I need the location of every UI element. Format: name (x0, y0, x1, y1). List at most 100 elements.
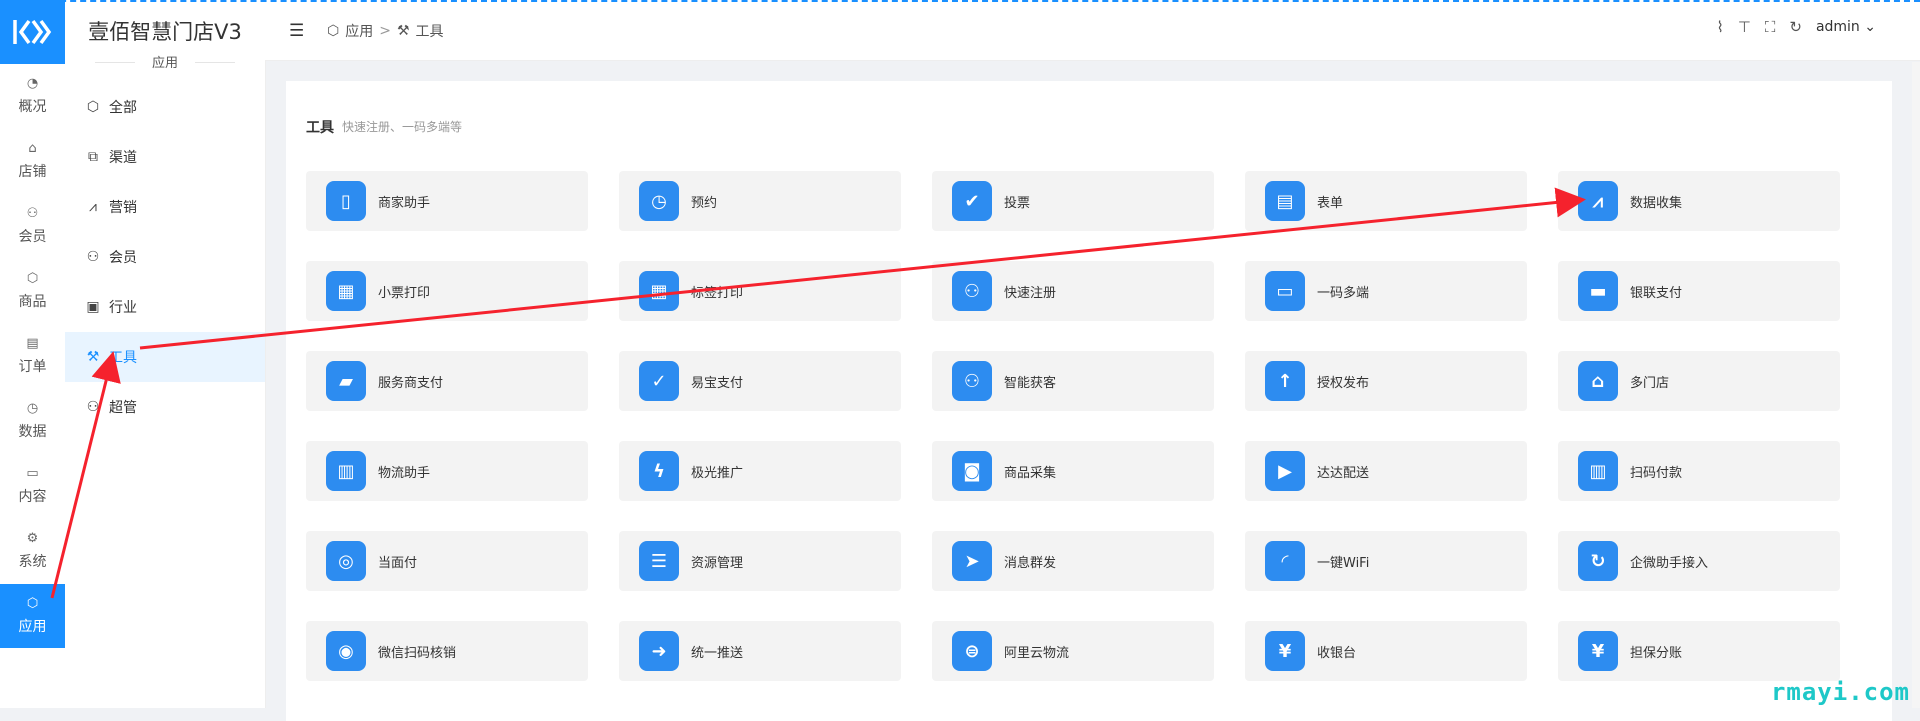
tool-tile[interactable]: ✔ 投票 (932, 171, 1214, 231)
cube-icon: ⬡ (327, 23, 340, 39)
tool-tile[interactable]: ▥ 扫码付款 (1558, 441, 1840, 501)
wechat-scan-icon: ◉ (326, 631, 366, 671)
tool-tile[interactable]: ✓ 易宝支付 (619, 351, 901, 411)
main-sidebar: ◔ 概况 ⌂ 店铺 ⚇ 会员 ⬡ 商品 ▤ 订单 ◷ 数据 ▭ 内容 ⚙ 系统 ⬡ 应用 (0, 0, 66, 708)
tool-label: 资源管理 (691, 555, 744, 571)
nav-item-8[interactable]: ⬡ 应用 (0, 584, 65, 648)
tool-tile[interactable]: ⊜ 阿里云物流 (932, 621, 1214, 681)
tool-tile[interactable]: ▶ 达达配送 (1245, 441, 1527, 501)
tool-tile[interactable]: ◎ 当面付 (306, 531, 588, 591)
tool-tile[interactable]: ▤ 表单 (1245, 171, 1527, 231)
tool-tile[interactable]: ➤ 消息群发 (932, 531, 1214, 591)
top-dashed-border (0, 0, 1920, 2)
watermark: rmayi.com (1770, 678, 1910, 706)
top-header: ☰ ⬡ 应用 > ⚒ 工具 ⌇ ⊤ ⛶ ↻ admin ⌄ (265, 0, 1920, 61)
tool-tile[interactable]: ▭ 一码多端 (1245, 261, 1527, 321)
pie-chart-icon: ◷ (26, 401, 39, 416)
tool-tile[interactable]: ▬ 银联支付 (1558, 261, 1840, 321)
tool-label: 阿里云物流 (1004, 645, 1070, 661)
divider (195, 62, 235, 63)
nav-item-1[interactable]: ⌂ 店铺 (0, 129, 65, 193)
fullscreen-icon[interactable]: ⛶ (1765, 18, 1776, 36)
upload-icon: ↑ (1265, 361, 1305, 401)
nfc-icon: ◎ (326, 541, 366, 581)
nav-item-label: 内容 (18, 489, 47, 505)
header-actions: ⌇ ⊤ ⛶ ↻ admin ⌄ (1716, 18, 1876, 36)
tool-tile[interactable]: ◜ 一键WiFi (1245, 531, 1527, 591)
tool-tile[interactable]: ▯ 商家助手 (306, 171, 588, 231)
nav-item-4[interactable]: ▤ 订单 (0, 324, 65, 388)
tool-tile[interactable]: ⌂ 多门店 (1558, 351, 1840, 411)
tool-label: 商家助手 (378, 195, 431, 211)
nav-item-2[interactable]: ⚇ 会员 (0, 194, 65, 258)
nav-item-3[interactable]: ⬡ 商品 (0, 259, 65, 323)
user-menu[interactable]: admin ⌄ (1816, 19, 1876, 35)
tool-tile[interactable]: ➜ 统一推送 (619, 621, 901, 681)
tool-tile[interactable]: ▦ 小票打印 (306, 261, 588, 321)
subnav-item-3[interactable]: ⚇ 会员 (65, 232, 265, 282)
tool-tile[interactable]: ◉ 微信扫码核销 (306, 621, 588, 681)
arrow-circle-icon: ➜ (639, 631, 679, 671)
subnav-item-2[interactable]: ⩘ 营销 (65, 182, 265, 232)
label-printer-icon: ▦ (639, 271, 679, 311)
broom-icon[interactable]: ⌇ (1716, 18, 1723, 36)
section-title: 工具 (306, 120, 334, 136)
tool-tile[interactable]: ◷ 预约 (619, 171, 901, 231)
tool-tile[interactable]: ⩘ 数据收集 (1558, 171, 1840, 231)
tool-tile[interactable]: ▥ 物流助手 (306, 441, 588, 501)
nav-item-5[interactable]: ◷ 数据 (0, 389, 65, 453)
subnav-item-0[interactable]: ⬡ 全部 (65, 82, 265, 132)
tool-label: 银联支付 (1630, 285, 1683, 301)
refresh-icon[interactable]: ↻ (1789, 18, 1802, 36)
form-icon: ▤ (1265, 181, 1305, 221)
scrollbar[interactable] (1912, 62, 1920, 708)
clock-icon: ◷ (639, 181, 679, 221)
truck-icon: ▶ (1265, 451, 1305, 491)
user-icon: ⚇ (86, 249, 100, 265)
cube-icon: ⬡ (26, 596, 39, 611)
tool-tile[interactable]: ⚇ 智能获客 (932, 351, 1214, 411)
split-pay-icon: ¥ (1578, 631, 1618, 671)
tool-tile[interactable]: ▦ 标签打印 (619, 261, 901, 321)
tool-label: 快速注册 (1004, 285, 1057, 301)
tool-label: 企微助手接入 (1630, 555, 1709, 571)
nav-item-label: 概况 (18, 99, 47, 115)
tool-tile[interactable]: ↻ 企微助手接入 (1558, 531, 1840, 591)
tool-tile[interactable]: ⚇ 快速注册 (932, 261, 1214, 321)
tool-label: 投票 (1004, 195, 1031, 211)
subnav-item-label: 营销 (109, 200, 137, 216)
devices-icon: ▭ (1265, 271, 1305, 311)
subnav-item-4[interactable]: ▣ 行业 (65, 282, 265, 332)
subnav-item-5[interactable]: ⚒ 工具 (65, 332, 265, 382)
nav-item-6[interactable]: ▭ 内容 (0, 454, 65, 518)
sub-sidebar: 壹佰智慧门店V3 应用 ⬡ 全部 ⧉ 渠道 ⩘ 营销 ⚇ 会员 ▣ 行业 ⚒ 工具 ⚇ 超管 (65, 0, 266, 708)
nav-item-label: 订单 (18, 359, 47, 375)
chart-line-icon: ⩘ (89, 199, 97, 215)
logo-icon (12, 19, 51, 45)
tool-label: 多门店 (1630, 375, 1670, 391)
nav-item-label: 店铺 (18, 164, 47, 180)
tool-tile[interactable]: ◙ 商品采集 (932, 441, 1214, 501)
nav-item-label: 商品 (18, 294, 47, 310)
subnav-item-1[interactable]: ⧉ 渠道 (65, 132, 265, 182)
bolt-icon: ϟ (639, 451, 679, 491)
gear-icon: ⚙ (26, 531, 39, 546)
cashier-icon: ¥ (1265, 631, 1305, 671)
tool-tile[interactable]: ¥ 担保分账 (1558, 621, 1840, 681)
tool-tile[interactable]: ↑ 授权发布 (1245, 351, 1527, 411)
store-icon: ⌂ (28, 141, 37, 156)
tshirt-icon[interactable]: ⊤ (1738, 18, 1751, 36)
tool-tile[interactable]: ☰ 资源管理 (619, 531, 901, 591)
tool-tile[interactable]: ▰ 服务商支付 (306, 351, 588, 411)
tool-label: 授权发布 (1317, 375, 1370, 391)
tool-tile[interactable]: ¥ 收银台 (1245, 621, 1527, 681)
clipboard-icon: ▤ (26, 336, 39, 351)
nav-item-0[interactable]: ◔ 概况 (0, 64, 65, 128)
nav-item-7[interactable]: ⚙ 系统 (0, 519, 65, 583)
breadcrumb-root[interactable]: 应用 (345, 21, 373, 41)
tool-tile[interactable]: ϟ 极光推广 (619, 441, 901, 501)
subnav-item-6[interactable]: ⚇ 超管 (65, 382, 265, 432)
menu-toggle-icon[interactable]: ☰ (289, 21, 304, 41)
tool-label: 易宝支付 (691, 375, 744, 391)
logo[interactable] (0, 0, 65, 64)
